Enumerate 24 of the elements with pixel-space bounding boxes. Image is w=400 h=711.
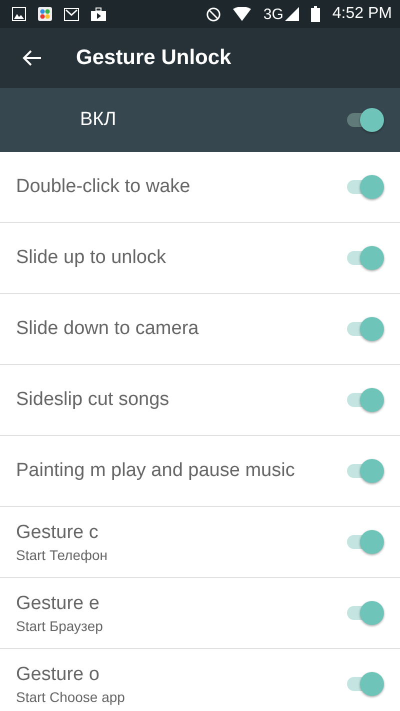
- image-icon: [12, 7, 26, 21]
- clock: 4:52 PM: [332, 5, 392, 23]
- signal-icon: [285, 7, 300, 21]
- setting-title: Double-click to wake: [16, 176, 192, 198]
- master-switch-label: ВКЛ: [80, 109, 118, 131]
- setting-summary: Start Телефон: [16, 546, 109, 562]
- setting-summary: Start Choose app: [16, 688, 126, 704]
- screen-title: Gesture Unlock: [76, 46, 232, 70]
- setting-title: Gesture o: [16, 664, 100, 686]
- setting-summary: Start Браузер: [16, 618, 104, 634]
- wifi-icon: [233, 7, 252, 21]
- setting-title: Slide up to unlock: [16, 247, 167, 269]
- setting-title: Slide down to camera: [16, 318, 200, 340]
- setting-title: Gesture c: [16, 522, 100, 544]
- battery-icon: [311, 6, 320, 22]
- setting-title: Gesture e: [16, 592, 100, 614]
- do-not-disturb-icon: [206, 6, 222, 22]
- back-arrow-icon: [22, 49, 42, 67]
- setting-title: Sideslip cut songs: [16, 389, 170, 411]
- app-icon: [38, 7, 52, 21]
- setting-title: Painting m play and pause music: [16, 460, 296, 482]
- video-icon: [91, 7, 106, 21]
- network-type: 3G: [263, 6, 284, 22]
- mail-icon: [64, 7, 79, 21]
